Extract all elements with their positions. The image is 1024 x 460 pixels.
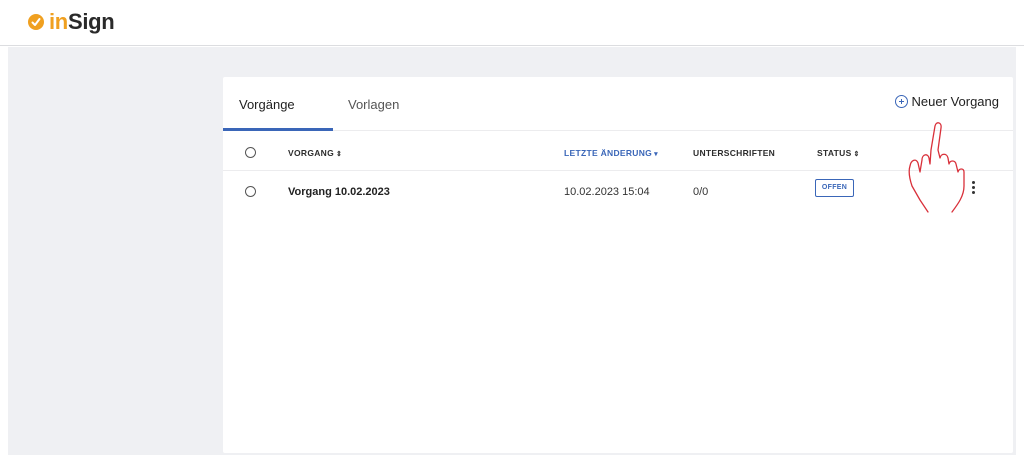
- column-vorgang[interactable]: VORGANG ⇕: [288, 148, 342, 158]
- table-header: VORGANG ⇕ LETZTE ÄNDERUNG ▾ UNTERSCHRIFTEN…: [223, 133, 1013, 171]
- plus-circle-icon: [894, 95, 908, 108]
- column-status-label: STATUS: [817, 148, 852, 158]
- logo-prefix: in: [49, 9, 68, 34]
- sort-desc-icon: ▾: [654, 151, 658, 158]
- tab-bar: Vorgänge Vorlagen Neuer Vorgang: [223, 77, 1013, 131]
- new-process-button[interactable]: Neuer Vorgang: [894, 94, 999, 109]
- column-status[interactable]: STATUS ⇕: [817, 148, 860, 158]
- column-unterschriften-label: UNTERSCHRIFTEN: [693, 148, 776, 158]
- process-card: Vorgänge Vorlagen Neuer Vorgang VORGANG ⇕…: [223, 77, 1013, 453]
- top-bar: inSign: [0, 0, 1024, 46]
- logo-wordmark: inSign: [49, 9, 115, 34]
- logo-suffix: Sign: [67, 9, 115, 34]
- new-process-label: Neuer Vorgang: [911, 94, 999, 109]
- table-row[interactable]: Vorgang 10.02.2023 10.02.2023 15:04 0/0 …: [223, 172, 1013, 212]
- active-tab-indicator: [223, 128, 333, 131]
- tab-vorlagen[interactable]: Vorlagen: [348, 97, 399, 112]
- pointing-hand-icon: [908, 122, 965, 213]
- app-logo[interactable]: inSign: [28, 9, 115, 34]
- sort-icon: ⇕: [853, 151, 860, 158]
- select-all-radio[interactable]: [245, 147, 256, 158]
- logo-check-icon: [28, 14, 44, 30]
- status-badge: OFFEN: [815, 179, 854, 197]
- signature-count: 0/0: [693, 186, 709, 198]
- tab-vorgaenge[interactable]: Vorgänge: [239, 97, 295, 112]
- column-letzte-aenderung-label: LETZTE ÄNDERUNG: [564, 148, 653, 158]
- more-vertical-icon[interactable]: [968, 181, 978, 199]
- column-letzte-aenderung[interactable]: LETZTE ÄNDERUNG ▾: [564, 148, 658, 158]
- row-select-radio[interactable]: [245, 186, 256, 197]
- column-unterschriften[interactable]: UNTERSCHRIFTEN: [693, 148, 775, 158]
- column-vorgang-label: VORGANG: [288, 148, 335, 158]
- process-name[interactable]: Vorgang 10.02.2023: [288, 186, 390, 198]
- sort-icon: ⇕: [336, 151, 343, 158]
- last-changed: 10.02.2023 15:04: [564, 186, 650, 198]
